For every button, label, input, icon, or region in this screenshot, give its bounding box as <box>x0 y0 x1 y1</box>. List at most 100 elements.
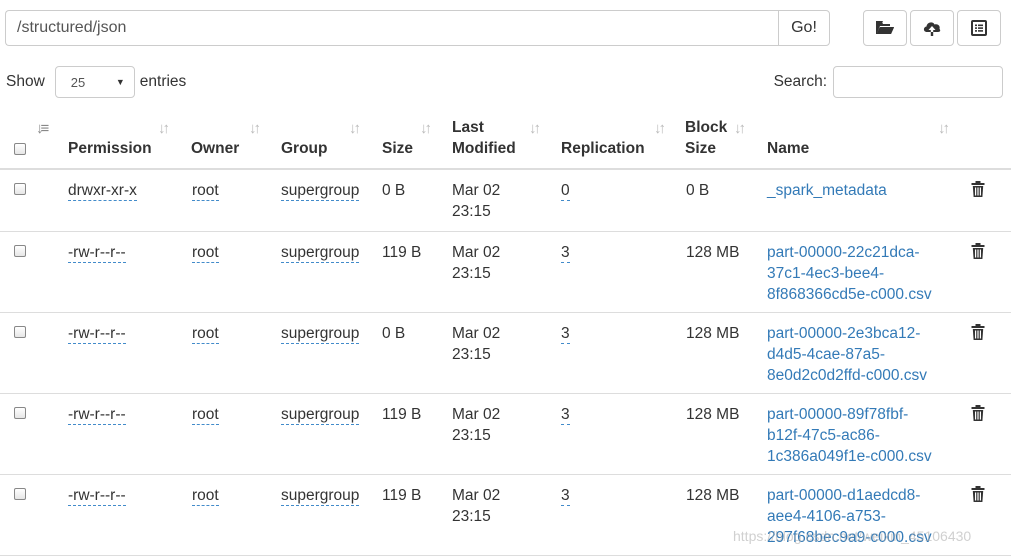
permission-value[interactable]: -rw-r--r-- <box>68 406 126 425</box>
header-last-modified-line1[interactable]: Last <box>452 117 484 138</box>
owner-value[interactable]: root <box>192 325 219 344</box>
header-size[interactable]: Size <box>382 138 413 159</box>
owner-value[interactable]: root <box>192 182 219 201</box>
permission-value[interactable]: drwxr-xr-x <box>68 182 137 201</box>
sort-icon[interactable]: ↓↑ <box>349 120 361 137</box>
sort-icon[interactable]: ↓↑ <box>158 120 170 137</box>
modified-time: 23:15 <box>452 265 491 282</box>
header-block-size-line2[interactable]: Size <box>685 138 716 159</box>
entries-label: entries <box>139 73 187 90</box>
modified-time: 23:15 <box>452 427 491 444</box>
modified-value: Mar 02 23:15 <box>452 404 500 446</box>
page-size-control: Show 25 ▼ entries <box>6 66 186 98</box>
permission-value[interactable]: -rw-r--r-- <box>68 325 126 344</box>
go-button[interactable]: Go! <box>778 10 830 46</box>
trash-icon[interactable] <box>971 324 985 340</box>
row-checkbox[interactable] <box>14 407 26 419</box>
file-name-line: aee4-4106-a753- <box>767 508 886 525</box>
row-checkbox[interactable] <box>14 326 26 338</box>
file-name-line: 37c1-4ec3-bee4- <box>767 265 885 282</box>
modified-value: Mar 02 23:15 <box>452 485 500 527</box>
modified-date: Mar 02 <box>452 244 501 261</box>
size-value: 0 B <box>382 325 406 342</box>
owner-value[interactable]: root <box>192 244 219 263</box>
folder-open-button[interactable] <box>863 10 907 46</box>
header-owner[interactable]: Owner <box>191 138 239 159</box>
modified-value: Mar 02 23:15 <box>452 242 500 284</box>
group-value[interactable]: supergroup <box>281 406 360 425</box>
file-name-line: 8e0d2c0d2ffd-c000.csv <box>767 367 927 384</box>
page-size-value: 25 <box>70 74 86 90</box>
upload-button[interactable] <box>910 10 954 46</box>
trash-icon[interactable] <box>971 243 985 259</box>
group-value[interactable]: supergroup <box>281 325 360 344</box>
header-replication[interactable]: Replication <box>561 138 645 159</box>
sort-icon[interactable]: ↓↑ <box>420 120 432 137</box>
table-row: -rw-r--r-- root supergroup 0 B Mar 02 23:15 3 1… <box>0 313 1011 394</box>
path-input[interactable]: /structured/json <box>5 10 778 46</box>
row-checkbox[interactable] <box>14 488 26 500</box>
header-last-modified-line2[interactable]: Modified <box>452 138 516 159</box>
replication-value[interactable]: 3 <box>561 406 570 425</box>
replication-value[interactable]: 3 <box>561 325 570 344</box>
sort-icon[interactable]: ↓↑ <box>654 120 666 137</box>
table-row: -rw-r--r-- root supergroup 119 B Mar 02 23:15… <box>0 394 1011 475</box>
trash-icon[interactable] <box>971 486 985 502</box>
search-input[interactable] <box>833 66 1003 98</box>
file-name-line: b12f-47c5-ac86- <box>767 427 880 444</box>
file-name-line: _spark_metadata <box>767 182 887 199</box>
file-name-link[interactable]: _spark_metadata <box>767 180 887 201</box>
permission-value[interactable]: -rw-r--r-- <box>68 244 126 263</box>
table-row: -rw-r--r-- root supergroup 119 B Mar 02 23:15… <box>0 232 1011 313</box>
file-name-link[interactable]: part-00000-22c21dca- 37c1-4ec3-bee4- 8f868… <box>767 242 932 305</box>
modified-time: 23:15 <box>452 346 491 363</box>
chevron-down-icon: ▼ <box>115 77 125 87</box>
trash-icon[interactable] <box>971 405 985 421</box>
size-value: 119 B <box>382 244 422 261</box>
select-all-checkbox[interactable] <box>14 143 26 155</box>
replication-value[interactable]: 3 <box>561 244 570 263</box>
page-size-select[interactable]: 25 ▼ <box>54 66 135 98</box>
list-alt-icon <box>971 20 987 36</box>
owner-value[interactable]: root <box>192 487 219 506</box>
group-value[interactable]: supergroup <box>281 487 360 506</box>
list-view-button[interactable] <box>957 10 1001 46</box>
size-value: 119 B <box>382 406 422 423</box>
row-checkbox[interactable] <box>14 245 26 257</box>
replication-value[interactable]: 3 <box>561 487 570 506</box>
group-value[interactable]: supergroup <box>281 244 360 263</box>
block-size-value: 128 MB <box>686 406 740 423</box>
trash-icon[interactable] <box>971 181 985 197</box>
modified-value: Mar 02 23:15 <box>452 323 500 365</box>
header-permission[interactable]: Permission <box>68 138 152 159</box>
modified-date: Mar 02 <box>452 325 501 342</box>
header-group[interactable]: Group <box>281 138 328 159</box>
file-name-line: part-00000-22c21dca- <box>767 244 920 261</box>
block-size-value: 128 MB <box>686 244 740 261</box>
permission-value[interactable]: -rw-r--r-- <box>68 487 126 506</box>
group-value[interactable]: supergroup <box>281 182 360 201</box>
file-name-line: 1c386a049f1e-c000.csv <box>767 448 932 465</box>
header-block-size-line1[interactable]: Block <box>685 117 727 138</box>
sort-icon[interactable]: ↓↑ <box>734 120 746 137</box>
size-value: 119 B <box>382 487 422 504</box>
sort-icon[interactable]: ↓↑ <box>249 120 261 137</box>
modified-date: Mar 02 <box>452 487 501 504</box>
folder-open-icon <box>876 21 894 34</box>
sort-active-icon[interactable]: ↓≡ <box>36 120 49 137</box>
modified-time: 23:15 <box>452 203 491 220</box>
modified-value: Mar 02 23:15 <box>452 180 500 222</box>
file-name-link[interactable]: part-00000-89f78fbf-b12f-47c5-ac86- 1c386… <box>767 404 932 467</box>
modified-date: Mar 02 <box>452 406 501 423</box>
file-name-link[interactable]: part-00000-2e3bca12- d4d5-4cae-87a5- 8e0d2… <box>767 323 927 386</box>
file-name-line: d4d5-4cae-87a5- <box>767 346 886 363</box>
replication-value[interactable]: 0 <box>561 182 570 201</box>
sort-icon[interactable]: ↓↑ <box>938 120 950 137</box>
block-size-value: 128 MB <box>686 325 740 342</box>
search-label: Search: <box>773 73 827 90</box>
owner-value[interactable]: root <box>192 406 219 425</box>
row-checkbox[interactable] <box>14 183 26 195</box>
header-name[interactable]: Name <box>767 138 809 159</box>
table-header: ↓≡ ↓↑ Permission ↓↑ Owner ↓↑ Group ↓↑ Si… <box>0 108 1011 170</box>
sort-icon[interactable]: ↓↑ <box>529 120 541 137</box>
